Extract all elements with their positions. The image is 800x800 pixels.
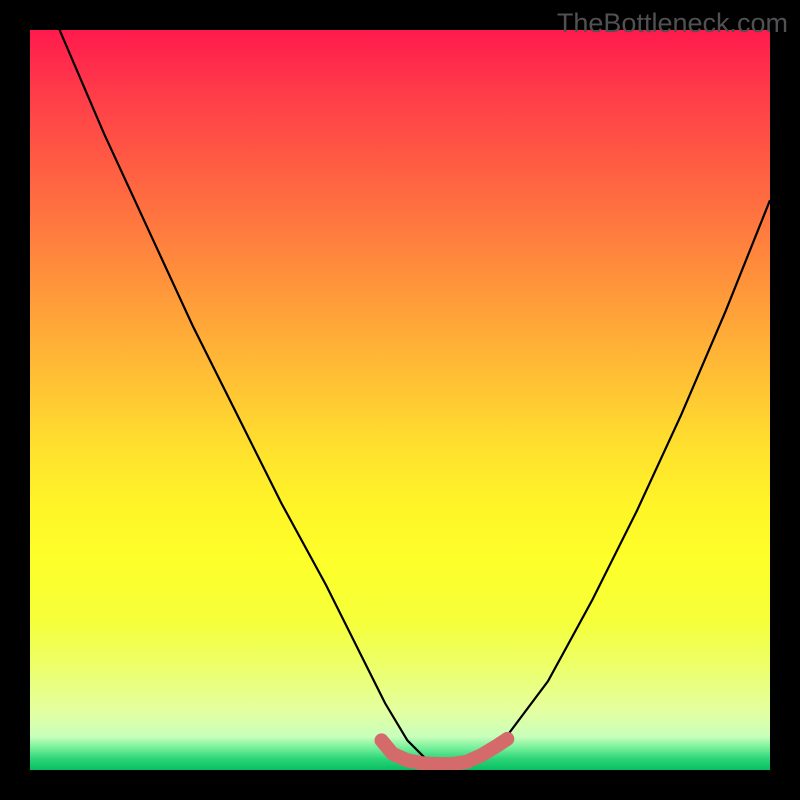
- chart-svg: [30, 30, 770, 770]
- valley-marker-line: [382, 739, 508, 764]
- watermark-text: TheBottleneck.com: [557, 8, 788, 39]
- main-curve-line: [60, 30, 770, 766]
